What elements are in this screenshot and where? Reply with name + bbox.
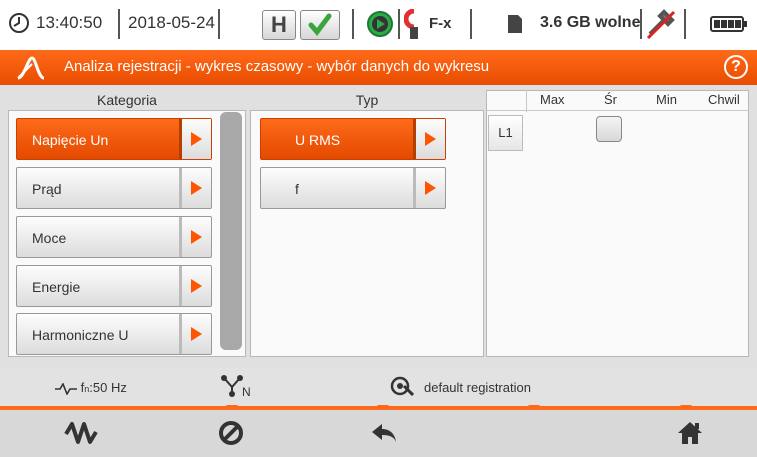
expand-arrow[interactable]: [179, 119, 211, 159]
registration-name: default registration: [424, 380, 531, 395]
list-item-label: Napięcie Un: [32, 132, 109, 148]
separator: [352, 9, 354, 39]
expand-arrow[interactable]: [179, 217, 211, 257]
kategoria-item-napiecie[interactable]: Napięcie Un: [16, 118, 212, 160]
network-subscript: N: [242, 385, 251, 398]
frequency-info: fn:50 Hz: [55, 380, 127, 396]
frequency-icon: [55, 381, 77, 396]
expand-arrow[interactable]: [413, 119, 445, 159]
arrow-right-icon: [425, 181, 436, 195]
waveform-icon: [64, 422, 98, 444]
typ-item-f[interactable]: f: [260, 167, 446, 209]
kategoria-item-energie[interactable]: Energie: [16, 265, 212, 307]
expand-arrow[interactable]: [413, 168, 445, 208]
registration-icon: [390, 376, 415, 399]
status-date: 2018-05-24: [128, 13, 215, 32]
help-icon[interactable]: ?: [724, 55, 748, 79]
arrow-right-icon: [191, 230, 202, 244]
frequency-value: :50 Hz: [89, 380, 127, 395]
network-icon: N: [220, 374, 256, 401]
divider: [526, 90, 527, 112]
list-item-label: Energie: [32, 279, 81, 295]
list-item-label: Moce: [32, 230, 67, 246]
kategoria-item-prad[interactable]: Prąd: [16, 167, 212, 209]
play-icon: [366, 10, 394, 43]
column-header-max: Max: [540, 92, 565, 107]
separator: [640, 9, 642, 39]
typ-header: Typ: [355, 92, 379, 108]
separator: [470, 9, 472, 39]
typ-item-urms[interactable]: U RMS: [260, 118, 446, 160]
hold-button[interactable]: H: [262, 10, 296, 40]
title-bar: Analiza rejestracji - wykres czasowy - w…: [0, 50, 757, 85]
bottom-toolbar: [0, 410, 757, 457]
list-item-label: Prąd: [32, 181, 62, 197]
expand-arrow[interactable]: [179, 168, 211, 208]
list-item-label: U RMS: [295, 132, 341, 148]
check-icon: [308, 13, 332, 36]
logo-icon: [16, 56, 46, 85]
usb-icon: [644, 8, 678, 47]
arrow-right-icon: [191, 132, 202, 146]
back-icon: [372, 424, 396, 442]
clamp-type: F-x: [429, 15, 452, 32]
arrow-right-icon: [191, 181, 202, 195]
cancel-icon: [219, 421, 243, 445]
sd-card-icon: [506, 13, 524, 40]
expand-arrow[interactable]: [179, 314, 211, 354]
checkbox-l1-sr[interactable]: [596, 116, 622, 142]
kategoria-item-harmoniczne[interactable]: Harmoniczne U: [16, 313, 212, 355]
arrow-right-icon: [191, 279, 202, 293]
column-header-sr: Śr: [604, 92, 617, 107]
separator: [398, 9, 400, 39]
clock-icon: [8, 12, 30, 39]
list-item-label: Harmoniczne U: [32, 327, 129, 343]
divider: [487, 110, 749, 111]
list-item-label: f: [295, 181, 299, 197]
clamp-icon: [403, 8, 424, 46]
column-header-min: Min: [656, 92, 677, 107]
kategoria-scrollbar[interactable]: [220, 112, 242, 350]
home-button[interactable]: [676, 420, 704, 451]
waveform-button[interactable]: [64, 420, 98, 451]
screen: { "status": { "time": "13:40:50", "date"…: [0, 0, 757, 457]
storage-free: 3.6 GB wolne: [540, 14, 641, 31]
info-bar: fn:50 Hz N default registration: [0, 368, 757, 406]
kategoria-item-moce[interactable]: Moce: [16, 216, 212, 258]
row-label-l1: L1: [488, 115, 523, 151]
separator: [218, 9, 220, 39]
arrow-right-icon: [191, 327, 202, 341]
column-header-chwil: Chwil: [708, 92, 740, 107]
battery-icon: [710, 15, 748, 38]
status-time: 13:40:50: [36, 13, 103, 32]
check-button[interactable]: [300, 10, 340, 40]
status-bar: 13:40:50 2018-05-24 H F-x 3.6 GB wolne: [0, 0, 757, 50]
expand-arrow[interactable]: [179, 266, 211, 306]
separator: [684, 9, 686, 39]
separator: [118, 9, 120, 39]
back-button[interactable]: [370, 420, 398, 451]
kategoria-header: Kategoria: [97, 92, 157, 108]
home-icon: [678, 422, 702, 444]
arrow-right-icon: [425, 132, 436, 146]
page-title: Analiza rejestracji - wykres czasowy - w…: [64, 58, 490, 75]
cancel-button[interactable]: [218, 420, 244, 451]
